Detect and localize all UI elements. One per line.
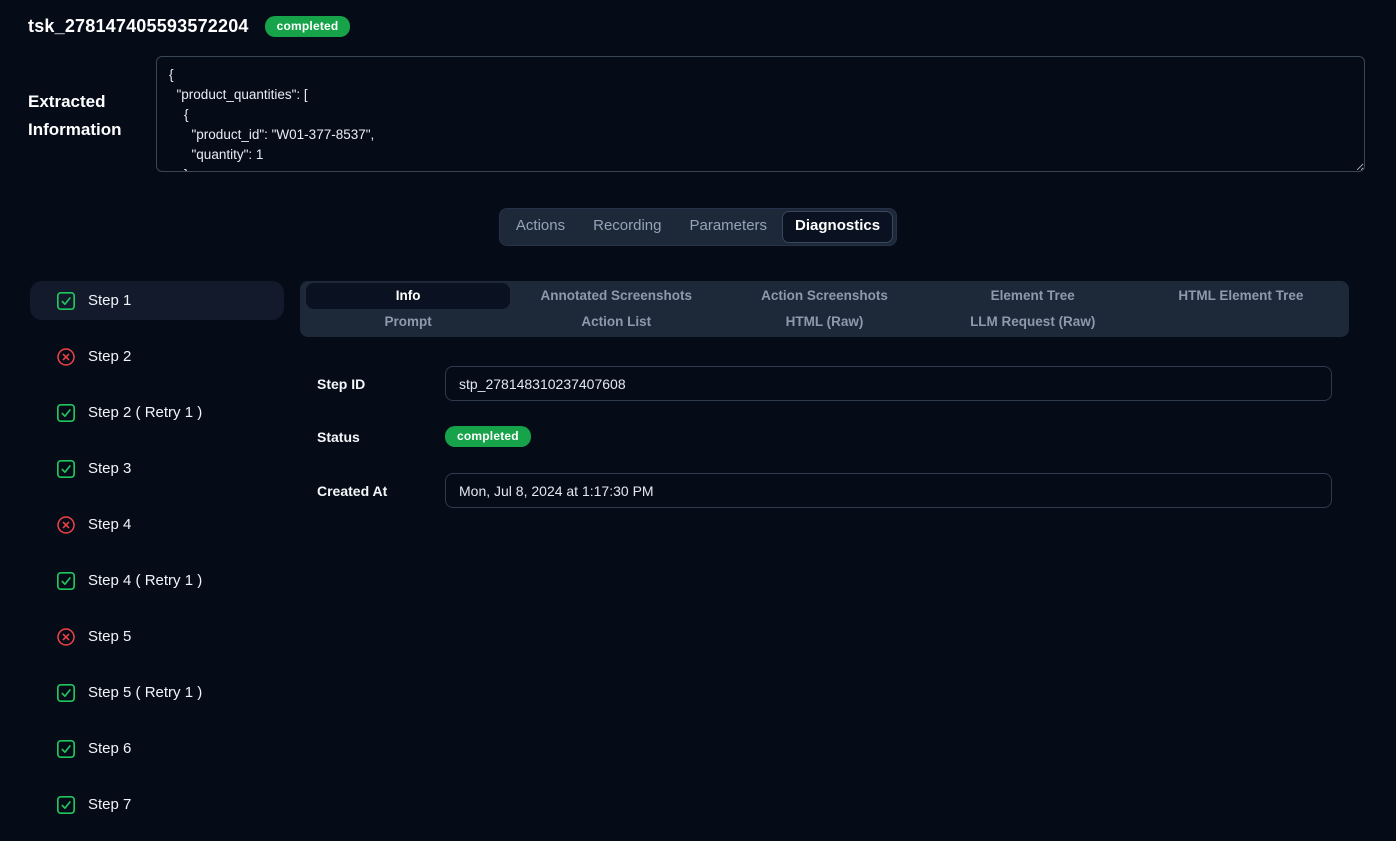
- check-square-icon: [56, 459, 76, 479]
- step-list-item[interactable]: Step 5 ( Retry 1 ): [30, 673, 284, 712]
- step-list-item[interactable]: Step 3: [30, 449, 284, 488]
- task-status-badge: completed: [265, 16, 351, 37]
- step-label: Step 4: [88, 516, 131, 533]
- subtab-action-list[interactable]: Action List: [514, 309, 718, 335]
- subtab-annotated-screenshots[interactable]: Annotated Screenshots: [514, 283, 718, 309]
- task-id-title: tsk_278147405593572204: [28, 16, 249, 37]
- x-circle-icon: [56, 515, 76, 535]
- extracted-json-textarea[interactable]: { "product_quantities": [ { "product_id"…: [156, 56, 1365, 172]
- check-square-icon: [56, 291, 76, 311]
- x-circle-icon: [56, 347, 76, 367]
- created-at-row: Created At: [317, 473, 1332, 508]
- steps-sidebar: Step 1 Step 2 Step 2 ( Retry 1 ) Step 3 …: [30, 281, 284, 841]
- extracted-information-label: Extracted Information: [28, 56, 156, 172]
- main-tab-bar: Actions Recording Parameters Diagnostics: [499, 208, 897, 246]
- step-list-item[interactable]: Step 7: [30, 785, 284, 824]
- diagnostics-tab-bar: Info Annotated Screenshots Action Screen…: [300, 281, 1349, 337]
- created-at-input[interactable]: [445, 473, 1332, 508]
- step-label: Step 2: [88, 348, 131, 365]
- step-label: Step 1: [88, 292, 131, 309]
- diagnostics-content: Step 1 Step 2 Step 2 ( Retry 1 ) Step 3 …: [0, 281, 1396, 841]
- check-square-icon: [56, 571, 76, 591]
- check-square-icon: [56, 795, 76, 815]
- step-label: Step 3: [88, 460, 131, 477]
- step-id-row: Step ID: [317, 366, 1332, 401]
- step-id-input[interactable]: [445, 366, 1332, 401]
- step-list-item[interactable]: Step 1: [30, 281, 284, 320]
- step-list-item[interactable]: Step 2 ( Retry 1 ): [30, 393, 284, 432]
- subtab-llm-request-raw[interactable]: LLM Request (Raw): [931, 309, 1135, 335]
- extracted-information-section: Extracted Information { "product_quantit…: [28, 56, 1365, 172]
- subtab-html-raw[interactable]: HTML (Raw): [722, 309, 926, 335]
- task-header: tsk_278147405593572204 completed: [0, 0, 1396, 38]
- subtab-html-element-tree[interactable]: HTML Element Tree: [1139, 283, 1343, 309]
- step-list-item[interactable]: Step 2: [30, 337, 284, 376]
- step-label: Step 4 ( Retry 1 ): [88, 572, 202, 589]
- step-list-item[interactable]: Step 4 ( Retry 1 ): [30, 561, 284, 600]
- status-row: Status completed: [317, 426, 1332, 447]
- status-label: Status: [317, 429, 445, 445]
- subtab-prompt[interactable]: Prompt: [306, 309, 510, 335]
- step-label: Step 7: [88, 796, 131, 813]
- x-circle-icon: [56, 627, 76, 647]
- tab-parameters[interactable]: Parameters: [677, 211, 781, 243]
- check-square-icon: [56, 739, 76, 759]
- subtab-action-screenshots[interactable]: Action Screenshots: [722, 283, 926, 309]
- step-list-item[interactable]: Step 6: [30, 729, 284, 768]
- diagnostics-panel: Info Annotated Screenshots Action Screen…: [300, 281, 1349, 841]
- subtab-element-tree[interactable]: Element Tree: [931, 283, 1135, 309]
- step-info-fields: Step ID Status completed Created At: [300, 366, 1349, 508]
- tab-diagnostics[interactable]: Diagnostics: [782, 211, 893, 243]
- step-list-item[interactable]: Step 5: [30, 617, 284, 656]
- tab-recording[interactable]: Recording: [580, 211, 674, 243]
- created-at-label: Created At: [317, 483, 445, 499]
- step-label: Step 6: [88, 740, 131, 757]
- step-label: Step 5: [88, 628, 131, 645]
- subtab-info[interactable]: Info: [306, 283, 510, 309]
- step-list-item[interactable]: Step 4: [30, 505, 284, 544]
- step-label: Step 5 ( Retry 1 ): [88, 684, 202, 701]
- step-id-label: Step ID: [317, 376, 445, 392]
- check-square-icon: [56, 403, 76, 423]
- check-square-icon: [56, 683, 76, 703]
- step-label: Step 2 ( Retry 1 ): [88, 404, 202, 421]
- step-status-badge: completed: [445, 426, 531, 447]
- tab-actions[interactable]: Actions: [503, 211, 578, 243]
